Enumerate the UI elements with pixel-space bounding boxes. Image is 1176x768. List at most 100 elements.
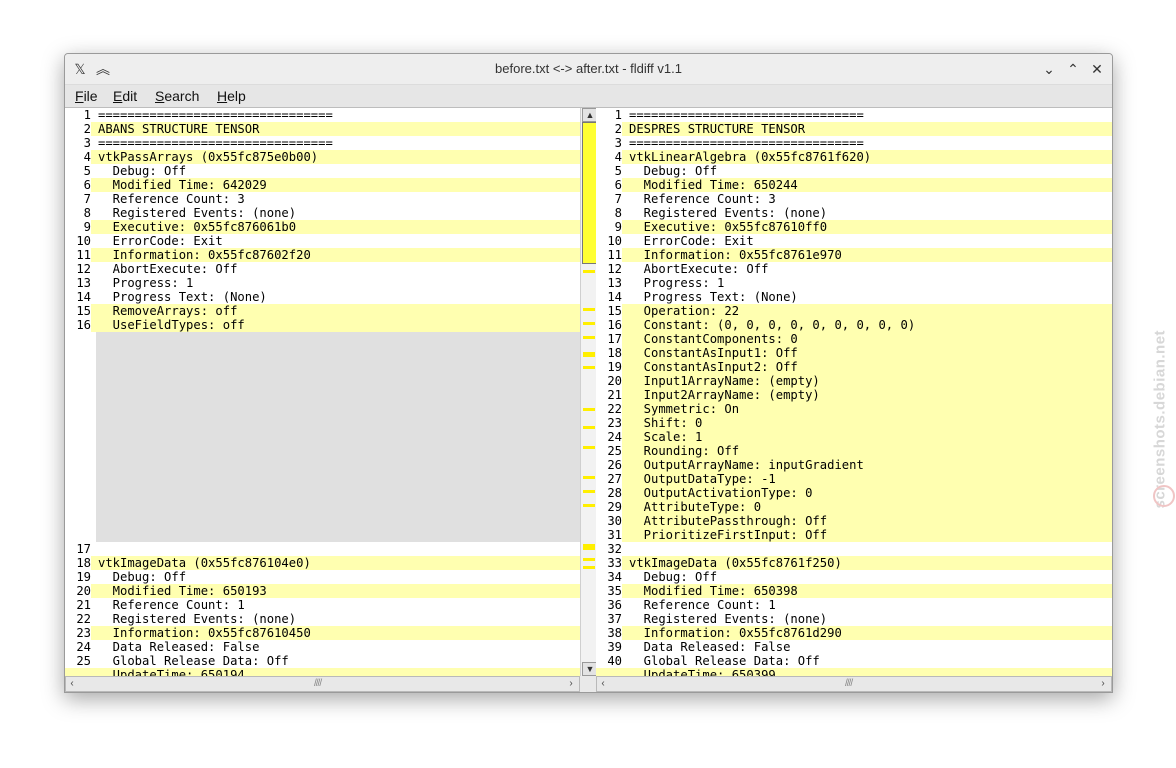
- diff-line[interactable]: 18 ConstantAsInput1: Off: [596, 346, 1112, 360]
- diff-line[interactable]: 7 Reference Count: 3: [65, 192, 580, 206]
- diff-line[interactable]: 13 Progress: 1: [65, 276, 580, 290]
- close-icon[interactable]: ✕: [1088, 60, 1106, 78]
- right-horizontal-scrollbar[interactable]: ‹ //// ›: [596, 676, 1112, 692]
- diff-line[interactable]: 34 Debug: Off: [596, 570, 1112, 584]
- diff-line[interactable]: 40 Global Release Data: Off: [596, 654, 1112, 668]
- diff-line[interactable]: 23 Shift: 0: [596, 416, 1112, 430]
- line-number: 3: [83, 136, 91, 150]
- diff-line[interactable]: 8 Registered Events: (none): [596, 206, 1112, 220]
- diff-line[interactable]: 35 Modified Time: 650398: [596, 584, 1112, 598]
- diff-line[interactable]: 15 Operation: 22: [596, 304, 1112, 318]
- diff-line[interactable]: 39 Data Released: False: [596, 640, 1112, 654]
- line-number: 25: [596, 444, 622, 458]
- line-text: Progress: 1: [98, 276, 194, 290]
- diff-line[interactable]: 33 vtkImageData (0x55fc8761f250): [596, 556, 1112, 570]
- menu-help[interactable]: Help: [217, 88, 246, 104]
- diff-line[interactable]: 19 ConstantAsInput2: Off: [596, 360, 1112, 374]
- diff-line[interactable]: 25 Rounding: Off: [596, 444, 1112, 458]
- line-text: Reference Count: 3: [629, 192, 776, 206]
- diff-line[interactable]: 6 Modified Time: 650244: [596, 178, 1112, 192]
- diff-line[interactable]: 16 UseFieldTypes: off: [65, 318, 580, 332]
- diff-line[interactable]: 2 DESPRES STRUCTURE TENSOR: [596, 122, 1112, 136]
- diff-line[interactable]: 10 ErrorCode: Exit: [65, 234, 580, 248]
- diff-line[interactable]: 20 Input1ArrayName: (empty): [596, 374, 1112, 388]
- line-text: Information: 0x55fc87610450: [98, 626, 311, 640]
- diff-line[interactable]: 16 Constant: (0, 0, 0, 0, 0, 0, 0, 0, 0): [596, 318, 1112, 332]
- diff-line[interactable]: 24 Data Released: False: [65, 640, 580, 654]
- diff-line[interactable]: 38 Information: 0x55fc8761d290: [596, 626, 1112, 640]
- line-text: Input2ArrayName: (empty): [629, 388, 820, 402]
- line-text: AttributePassthrough: Off: [629, 514, 828, 528]
- line-text: UpdateTime: 650399: [629, 668, 776, 676]
- diff-line[interactable]: 25 Global Release Data: Off: [65, 654, 580, 668]
- diff-line[interactable]: 14 Progress Text: (None): [596, 290, 1112, 304]
- left-diff-pane[interactable]: 1 ================================ 2 ABANS …: [65, 108, 580, 676]
- scroll-right-arrow-icon[interactable]: ›: [1097, 677, 1109, 691]
- line-number: 12: [607, 262, 622, 276]
- chevron-down-icon[interactable]: ⌄: [1040, 60, 1058, 78]
- diff-line[interactable]: 12 AbortExecute: Off: [596, 262, 1112, 276]
- diff-line[interactable]: 6 Modified Time: 642029: [65, 178, 580, 192]
- diff-line[interactable]: 9 Executive: 0x55fc876061b0: [65, 220, 580, 234]
- diff-line[interactable]: 17: [65, 542, 580, 556]
- diff-line[interactable]: 21 Reference Count: 1: [65, 598, 580, 612]
- diff-line[interactable]: 27 OutputDataType: -1: [596, 472, 1112, 486]
- diff-line[interactable]: 19 Debug: Off: [65, 570, 580, 584]
- diff-line[interactable]: 37 Registered Events: (none): [596, 612, 1112, 626]
- diff-line[interactable]: 28 OutputActivationType: 0: [596, 486, 1112, 500]
- diff-line[interactable]: 12 AbortExecute: Off: [65, 262, 580, 276]
- diff-marker: [583, 336, 595, 339]
- diff-line[interactable]: 18 vtkImageData (0x55fc876104e0): [65, 556, 580, 570]
- diff-line[interactable]: UpdateTime: 650399: [596, 668, 1112, 676]
- diff-line[interactable]: 13 Progress: 1: [596, 276, 1112, 290]
- diff-line[interactable]: 3 ================================: [65, 136, 580, 150]
- right-diff-pane[interactable]: 1 ================================ 2 DESPRE…: [596, 108, 1112, 676]
- diff-line[interactable]: 10 ErrorCode: Exit: [596, 234, 1112, 248]
- diff-line[interactable]: 32: [596, 542, 1112, 556]
- diff-line[interactable]: 1 ================================: [596, 108, 1112, 122]
- diff-line[interactable]: 4 vtkLinearAlgebra (0x55fc8761f620): [596, 150, 1112, 164]
- diff-line[interactable]: 4 vtkPassArrays (0x55fc875e0b00): [65, 150, 580, 164]
- line-number: 7: [614, 192, 622, 206]
- diff-line[interactable]: 21 Input2ArrayName: (empty): [596, 388, 1112, 402]
- diff-line[interactable]: 24 Scale: 1: [596, 430, 1112, 444]
- diff-line[interactable]: 3 ================================: [596, 136, 1112, 150]
- menu-search[interactable]: Search: [155, 88, 199, 104]
- diff-line[interactable]: 5 Debug: Off: [596, 164, 1112, 178]
- diff-line[interactable]: 8 Registered Events: (none): [65, 206, 580, 220]
- diff-line[interactable]: 11 Information: 0x55fc87602f20: [65, 248, 580, 262]
- line-number: 40: [607, 654, 622, 668]
- line-text: Progress Text: (None): [98, 290, 267, 304]
- diff-line[interactable]: 31 PrioritizeFirstInput: Off: [596, 528, 1112, 542]
- diff-line[interactable]: 20 Modified Time: 650193: [65, 584, 580, 598]
- diff-line[interactable]: 36 Reference Count: 1: [596, 598, 1112, 612]
- line-number: 6: [596, 178, 622, 192]
- line-text: ================================: [629, 108, 864, 122]
- diff-line[interactable]: UpdateTime: 650194: [65, 668, 580, 676]
- diff-line[interactable]: 22 Symmetric: On: [596, 402, 1112, 416]
- diff-line[interactable]: 14 Progress Text: (None): [65, 290, 580, 304]
- left-horizontal-scrollbar[interactable]: ‹ //// ›: [65, 676, 580, 692]
- diff-line[interactable]: 9 Executive: 0x55fc87610ff0: [596, 220, 1112, 234]
- scroll-left-arrow-icon[interactable]: ‹: [66, 677, 78, 691]
- scroll-left-arrow-icon[interactable]: ‹: [597, 677, 609, 691]
- menu-edit[interactable]: Edit: [113, 88, 137, 104]
- scroll-right-arrow-icon[interactable]: ›: [565, 677, 577, 691]
- diff-line[interactable]: 23 Information: 0x55fc87610450: [65, 626, 580, 640]
- diff-line[interactable]: 26 OutputArrayName: inputGradient: [596, 458, 1112, 472]
- diff-line[interactable]: 29 AttributeType: 0: [596, 500, 1112, 514]
- diff-line[interactable]: 11 Information: 0x55fc8761e970: [596, 248, 1112, 262]
- chevron-up-icon[interactable]: ⌃: [1064, 60, 1082, 78]
- diff-line[interactable]: 7 Reference Count: 3: [596, 192, 1112, 206]
- title-bar[interactable]: 𝕏 ︽ before.txt <-> after.txt - fldiff v1…: [65, 54, 1112, 85]
- scroll-grip-icon[interactable]: ////: [314, 678, 322, 689]
- diff-line[interactable]: 17 ConstantComponents: 0: [596, 332, 1112, 346]
- menu-file[interactable]: File: [75, 88, 98, 104]
- scroll-grip-icon[interactable]: ////: [845, 678, 853, 689]
- diff-line[interactable]: 30 AttributePassthrough: Off: [596, 514, 1112, 528]
- diff-line[interactable]: 5 Debug: Off: [65, 164, 580, 178]
- diff-line[interactable]: 22 Registered Events: (none): [65, 612, 580, 626]
- diff-line[interactable]: 1 ================================: [65, 108, 580, 122]
- diff-line[interactable]: 2 ABANS STRUCTURE TENSOR: [65, 122, 580, 136]
- diff-line[interactable]: 15 RemoveArrays: off: [65, 304, 580, 318]
